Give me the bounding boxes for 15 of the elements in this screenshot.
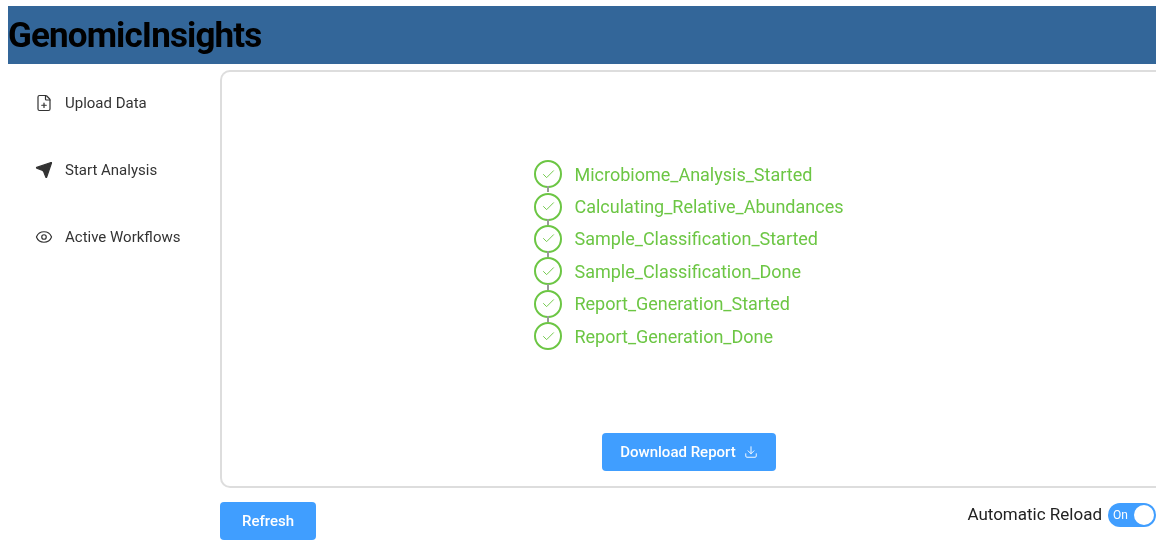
sidebar-item[interactable]: Start Analysis	[35, 159, 220, 181]
download-icon	[743, 445, 758, 459]
paper-plane-icon	[35, 161, 53, 179]
app-title: GenomicInsights	[8, 17, 262, 53]
step-label: Microbiome_Analysis_Started	[574, 162, 813, 187]
step-label: Report_Generation_Done	[574, 324, 774, 349]
sidebar-item[interactable]: Active Workflows	[35, 226, 220, 248]
step-label: Sample_Classification_Started	[574, 227, 818, 252]
step-label: Report_Generation_Started	[574, 292, 790, 317]
step-label: Calculating_Relative_Abundances	[574, 195, 844, 220]
eye-icon	[35, 228, 53, 246]
step-label: Sample_Classification_Done	[574, 259, 802, 284]
toggle-label: Automatic Reload	[967, 503, 1102, 526]
sidebar-item[interactable]: Upload Data	[35, 92, 220, 114]
file-plus-icon	[35, 94, 53, 112]
